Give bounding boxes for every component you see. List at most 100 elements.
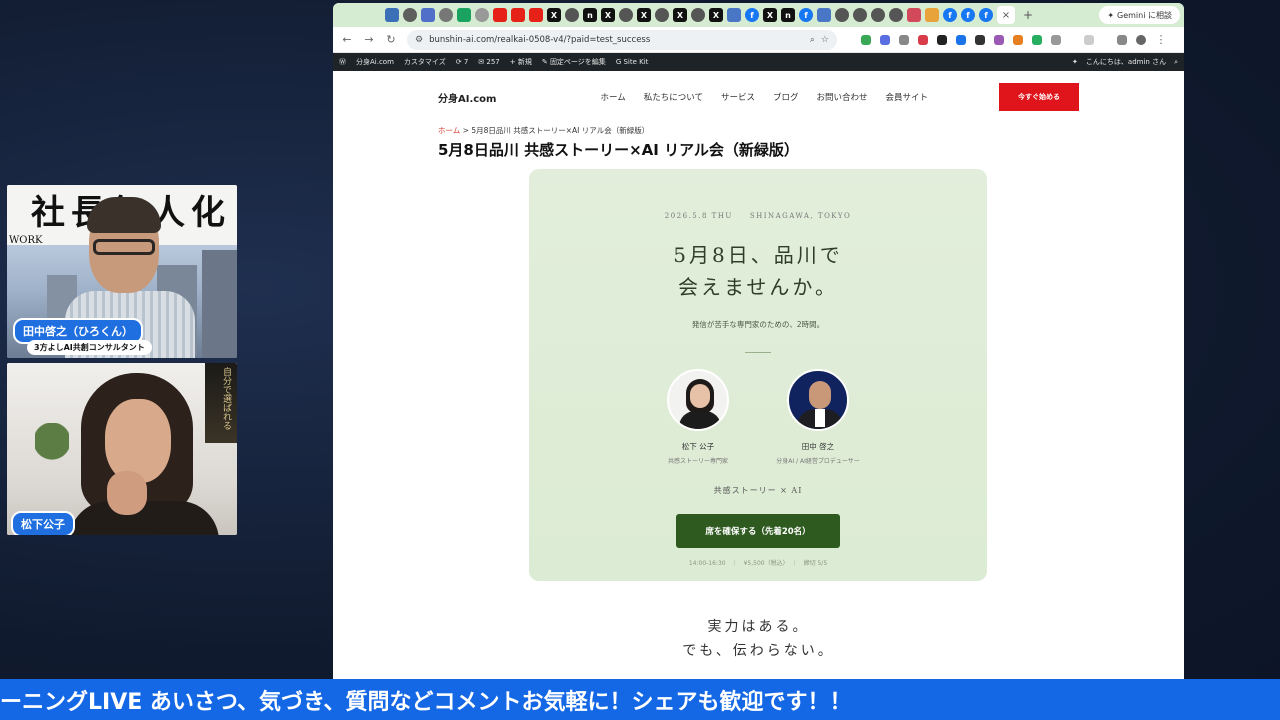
event-details: 14:00-16:30 ｜ ¥5,500（税込） ｜ 締切 5/5 <box>688 560 828 567</box>
tab-favicon[interactable] <box>439 8 453 22</box>
gemini-label: Gemini に相談 <box>1117 10 1172 20</box>
speaker-matsushita: 松下 公子 共感ストーリー専門家 <box>655 369 741 465</box>
tab-strip: X n X X X X f X n f f f f × + ✦ Gemini に… <box>333 3 1184 27</box>
tab-favicon[interactable] <box>403 8 417 22</box>
main-menu: ホーム 私たちについて サービス ブログ お問い合わせ 会員サイト <box>600 91 928 103</box>
wp-admin-bar: Ⓦ 分身Ai.com カスタマイズ ⟳ 7 ✉ 257 + 新規 ✎ 固定ページ… <box>333 53 1184 71</box>
extension-icon[interactable] <box>880 34 890 45</box>
docs-icon[interactable] <box>817 8 831 22</box>
tab-favicon[interactable] <box>835 8 849 22</box>
menu-kebab-icon[interactable]: ⋮ <box>1155 33 1167 46</box>
wp-sitekit-link[interactable]: G Site Kit <box>616 58 649 66</box>
facebook-icon[interactable]: f <box>979 8 993 22</box>
url-text: bunshin-ai.com/realkai-0508-v4/?paid=tes… <box>429 34 651 45</box>
wp-site-link[interactable]: 分身Ai.com <box>356 57 394 67</box>
site-logo[interactable]: 分身AI.com <box>438 90 496 105</box>
download-icon[interactable] <box>1117 34 1127 45</box>
forward-icon[interactable]: → <box>363 33 375 46</box>
tab-favicon[interactable] <box>691 8 705 22</box>
zoom-icon[interactable]: ⌕ <box>810 35 815 45</box>
youtube-icon[interactable] <box>493 8 507 22</box>
wp-search-icon[interactable]: ⌕ <box>1174 58 1178 67</box>
close-tab-icon[interactable]: × <box>997 6 1015 24</box>
wp-comments[interactable]: ✉ 257 <box>478 58 499 66</box>
tab-favicon[interactable] <box>871 8 885 22</box>
tab-favicon[interactable] <box>421 8 435 22</box>
facebook-icon[interactable]: f <box>943 8 957 22</box>
tagline-line-2: でも、伝わらない。 <box>682 643 835 659</box>
extensions-puzzle-icon[interactable] <box>1051 34 1061 45</box>
tab-favicon[interactable] <box>619 8 633 22</box>
facebook-icon[interactable]: f <box>745 8 759 22</box>
youtube-icon[interactable] <box>511 8 525 22</box>
tab-favicon[interactable] <box>457 8 471 22</box>
x-icon[interactable]: X <box>763 8 777 22</box>
note-icon[interactable]: n <box>583 8 597 22</box>
sidepanel-icon[interactable] <box>1084 34 1094 45</box>
facebook-icon[interactable]: f <box>961 8 975 22</box>
address-bar[interactable]: ⚙ bunshin-ai.com/realkai-0508-v4/?paid=t… <box>407 29 837 50</box>
extension-icon[interactable] <box>975 34 985 45</box>
tab-favicon[interactable] <box>925 8 939 22</box>
youtube-icon[interactable] <box>529 8 543 22</box>
wp-updates[interactable]: ⟳ 7 <box>456 58 469 66</box>
reload-icon[interactable]: ↻ <box>385 33 397 46</box>
wp-edit-link[interactable]: ✎ 固定ページを編集 <box>542 57 606 67</box>
facebook-icon[interactable]: f <box>799 8 813 22</box>
gemini-button[interactable]: ✦ Gemini に相談 <box>1099 6 1180 24</box>
menu-item-about[interactable]: 私たちについて <box>644 91 703 103</box>
presenter-matsushita <box>69 373 219 535</box>
notion-icon[interactable] <box>937 34 947 45</box>
profile-avatar[interactable] <box>1136 34 1146 45</box>
note-icon[interactable]: n <box>781 8 795 22</box>
headline-line-1: 5月8日、品川で <box>673 243 843 267</box>
x-icon[interactable]: X <box>637 8 651 22</box>
speaker-name: 田中 啓之 <box>801 442 835 451</box>
tab-favicon[interactable] <box>889 8 903 22</box>
menu-item-services[interactable]: サービス <box>721 91 755 103</box>
tab-favicon[interactable] <box>907 8 921 22</box>
new-tab-button[interactable]: + <box>1023 8 1033 22</box>
speaker-role: 共感ストーリー専門家 <box>667 458 728 465</box>
reserve-seat-button[interactable]: 席を確保する（先着20名） <box>676 514 840 548</box>
x-icon[interactable]: X <box>601 8 615 22</box>
wp-new-link[interactable]: + 新規 <box>510 57 532 67</box>
breadcrumb-home[interactable]: ホーム <box>438 126 460 135</box>
extension-icon[interactable] <box>861 34 871 45</box>
docs-icon[interactable] <box>727 8 741 22</box>
speaker-name: 松下 公子 <box>681 442 715 451</box>
event-date-location: 2026.5.8 THU SHINAGAWA, TOKYO <box>664 212 852 220</box>
extension-icon[interactable] <box>994 34 1004 45</box>
extension-icon[interactable] <box>1032 34 1042 45</box>
extension-icon[interactable] <box>1013 34 1023 45</box>
tab-favicon[interactable] <box>475 8 489 22</box>
tab-favicon[interactable] <box>853 8 867 22</box>
speaker-role: 分身AI / AI経営プロデューサー <box>776 458 860 465</box>
tab-favicon[interactable] <box>565 8 579 22</box>
wp-customize-link[interactable]: カスタマイズ <box>404 57 446 67</box>
section-tagline: 実力はある。 でも、伝わらない。 <box>333 615 1184 663</box>
menu-item-members[interactable]: 会員サイト <box>886 91 929 103</box>
wp-greeting[interactable]: こんにちは、admin さん <box>1086 57 1166 67</box>
x-icon[interactable]: X <box>709 8 723 22</box>
x-icon[interactable]: X <box>547 8 561 22</box>
breadcrumb: ホーム > 5月8日品川 共感ストーリー×AI リアル会（新緑版） <box>333 125 1184 136</box>
tab-favicon[interactable] <box>655 8 669 22</box>
hero-subtitle: 発信が苦手な専門家のための、2時間。 <box>691 320 825 329</box>
extension-icon[interactable] <box>956 34 966 45</box>
menu-item-home[interactable]: ホーム <box>600 91 625 103</box>
extension-icon[interactable] <box>899 34 909 45</box>
menu-item-blog[interactable]: ブログ <box>773 91 799 103</box>
site-info-icon[interactable]: ⚙ <box>415 35 423 45</box>
avatar <box>787 369 849 431</box>
wordpress-icon[interactable]: Ⓦ <box>339 57 346 67</box>
menu-item-contact[interactable]: お問い合わせ <box>817 91 868 103</box>
hero-headline: 5月8日、品川で 会えませんか。 <box>529 239 987 303</box>
back-icon[interactable]: ← <box>341 33 353 46</box>
extension-icon[interactable] <box>918 34 928 45</box>
start-now-button[interactable]: 今すぐ始める <box>999 83 1079 111</box>
bookmark-star-icon[interactable]: ☆ <box>821 35 829 45</box>
x-icon[interactable]: X <box>673 8 687 22</box>
tab-favicon[interactable] <box>385 8 399 22</box>
ai-sparkle-icon[interactable]: ✦ <box>1072 58 1078 66</box>
